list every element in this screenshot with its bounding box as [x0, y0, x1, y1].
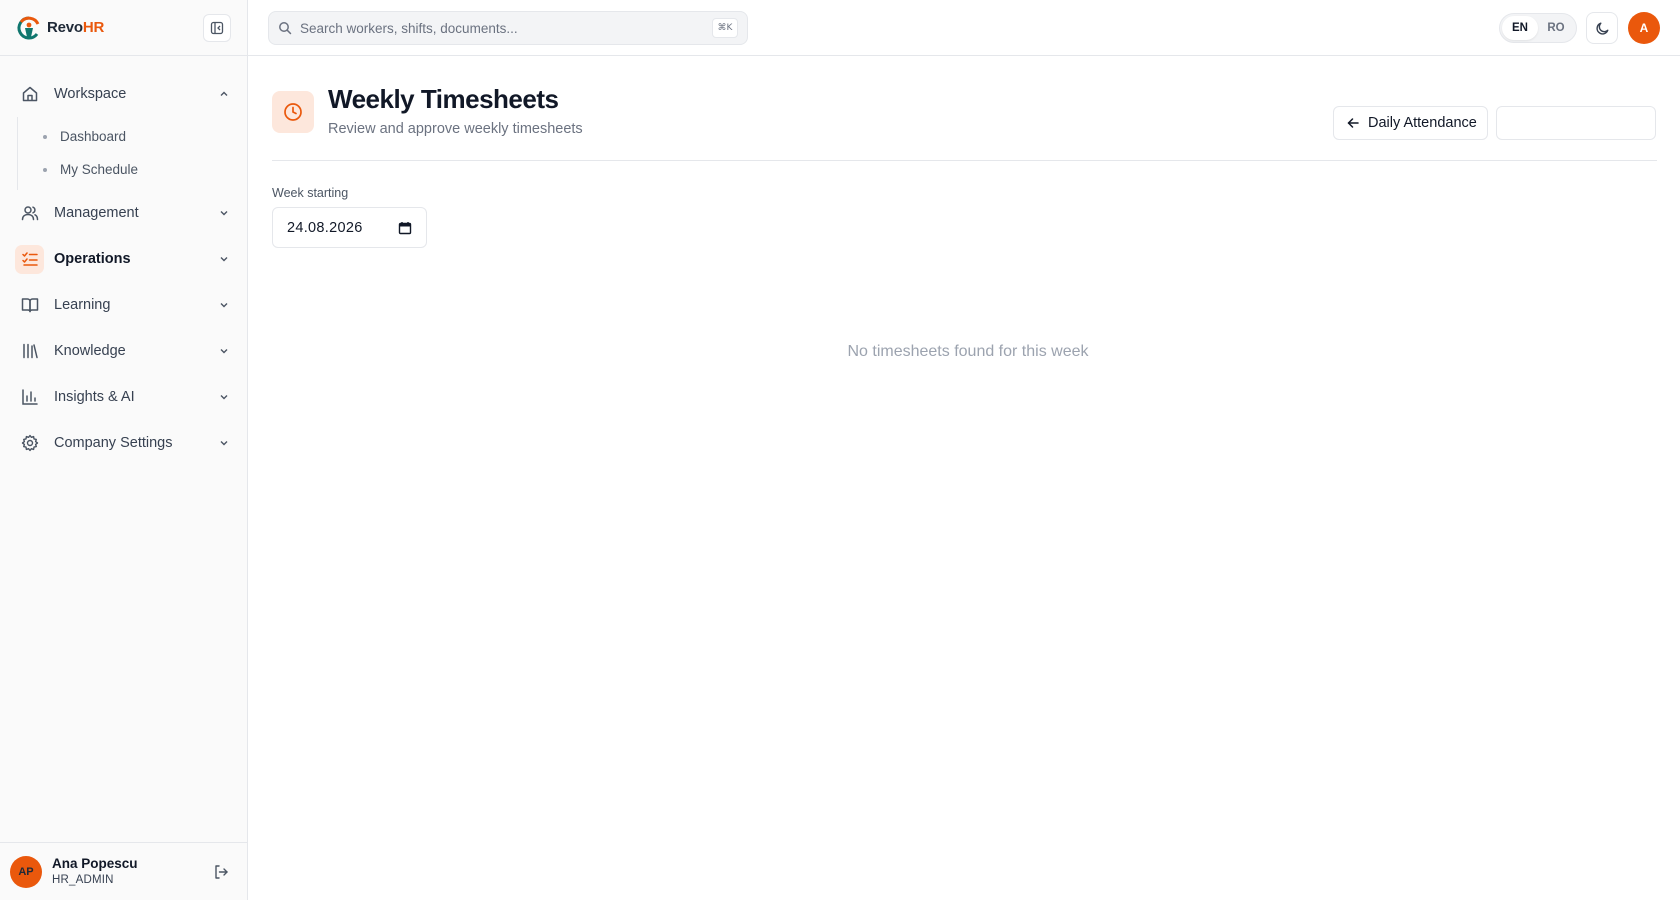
daily-attendance-button[interactable]: Daily Attendance	[1333, 106, 1488, 140]
sidebar-item-management[interactable]: Management	[15, 190, 234, 236]
language-option-ro[interactable]: RO	[1538, 16, 1574, 40]
revohr-logo-icon	[17, 16, 40, 39]
page-header: Weekly Timesheets Review and approve wee…	[272, 56, 1657, 161]
bar-chart-icon	[15, 383, 44, 412]
sidebar-item-knowledge[interactable]: Knowledge	[15, 328, 234, 374]
nav-group-workspace: Workspace Dashboard My Schedule	[0, 71, 247, 190]
language-option-en[interactable]: EN	[1502, 16, 1538, 40]
user-role: HR_ADMIN	[52, 874, 114, 886]
collapse-sidebar-button[interactable]	[203, 13, 231, 42]
chevron-down-icon	[216, 389, 232, 405]
chevron-down-icon	[216, 435, 232, 451]
topbar: Search workers, shifts, documents... ⌘K …	[248, 0, 1680, 56]
sidebar-item-label: Workspace	[54, 86, 127, 102]
brand-name: RevoHR	[47, 19, 105, 36]
sidebar-item-label: Knowledge	[54, 343, 126, 359]
page-title: Weekly Timesheets	[328, 84, 559, 114]
sidebar: RevoHR Workspace Dashboard My Schedule M…	[0, 0, 248, 900]
date-value: 24.08.2026	[287, 219, 363, 236]
workspace-submenu: Dashboard My Schedule	[17, 117, 247, 190]
sidebar-item-insights-ai[interactable]: Insights & AI	[15, 374, 234, 420]
search-input[interactable]: Search workers, shifts, documents...	[300, 21, 712, 36]
global-search[interactable]: Search workers, shifts, documents... ⌘K	[268, 11, 748, 45]
sidebar-item-label: Insights & AI	[54, 389, 135, 405]
sidebar-item-company-settings[interactable]: Company Settings	[15, 420, 234, 466]
week-starting-date-input[interactable]: 24.08.2026	[272, 207, 427, 248]
home-icon	[15, 80, 44, 109]
sidebar-item-label: Operations	[54, 251, 131, 267]
daily-attendance-label: Daily Attendance	[1368, 115, 1477, 131]
brand-logo[interactable]: RevoHR	[15, 15, 104, 41]
sidebar-item-learning[interactable]: Learning	[15, 282, 234, 328]
chevron-up-icon	[216, 86, 232, 102]
list-checks-icon	[15, 244, 44, 274]
profile-avatar-button[interactable]: A	[1628, 12, 1660, 44]
page-subtitle: Review and approve weekly timesheets	[328, 121, 583, 137]
theme-toggle-button[interactable]	[1586, 12, 1618, 44]
users-icon	[15, 199, 44, 228]
book-open-icon	[15, 291, 44, 320]
library-icon	[15, 337, 44, 366]
secondary-action-button[interactable]	[1496, 106, 1656, 140]
calendar-icon[interactable]	[398, 221, 412, 235]
chevron-down-icon	[216, 205, 232, 221]
sidebar-item-label: Company Settings	[54, 435, 173, 451]
logout-icon	[215, 864, 228, 879]
bullet-dot-icon	[43, 135, 47, 139]
clock-icon	[272, 91, 314, 133]
search-icon	[279, 22, 292, 35]
gear-icon	[15, 429, 44, 458]
chevron-down-icon	[216, 251, 232, 267]
sidebar-item-dashboard[interactable]: Dashboard	[18, 120, 247, 153]
sidebar-subitem-label: Dashboard	[60, 129, 127, 144]
user-info: Ana Popescu HR_ADMIN	[52, 855, 209, 888]
sidebar-item-workspace[interactable]: Workspace	[15, 71, 234, 117]
language-switcher: EN RO	[1499, 13, 1577, 43]
sidebar-header: RevoHR	[0, 0, 247, 56]
moon-icon	[1595, 22, 1608, 35]
bullet-dot-icon	[43, 168, 47, 172]
chevron-down-icon	[216, 297, 232, 313]
sidebar-nav: Workspace Dashboard My Schedule Manageme…	[0, 56, 247, 466]
sidebar-item-my-schedule[interactable]: My Schedule	[18, 153, 247, 186]
user-avatar[interactable]: AP	[10, 855, 42, 888]
sidebar-item-label: Management	[54, 205, 139, 221]
sidebar-toggle-icon	[210, 21, 224, 34]
chevron-down-icon	[216, 343, 232, 359]
sidebar-item-operations[interactable]: Operations	[15, 236, 234, 282]
sidebar-item-label: Learning	[54, 297, 111, 313]
week-starting-label: Week starting	[272, 186, 349, 200]
sidebar-subitem-label: My Schedule	[60, 162, 139, 177]
logout-button[interactable]	[209, 860, 233, 884]
sidebar-user-card: AP Ana Popescu HR_ADMIN	[0, 842, 247, 900]
user-name: Ana Popescu	[52, 856, 138, 871]
shortcut-hint: ⌘K	[712, 18, 738, 38]
arrow-left-icon	[1347, 118, 1359, 128]
main-content: Weekly Timesheets Review and approve wee…	[272, 56, 1657, 360]
empty-state-message: No timesheets found for this week	[847, 343, 1089, 360]
